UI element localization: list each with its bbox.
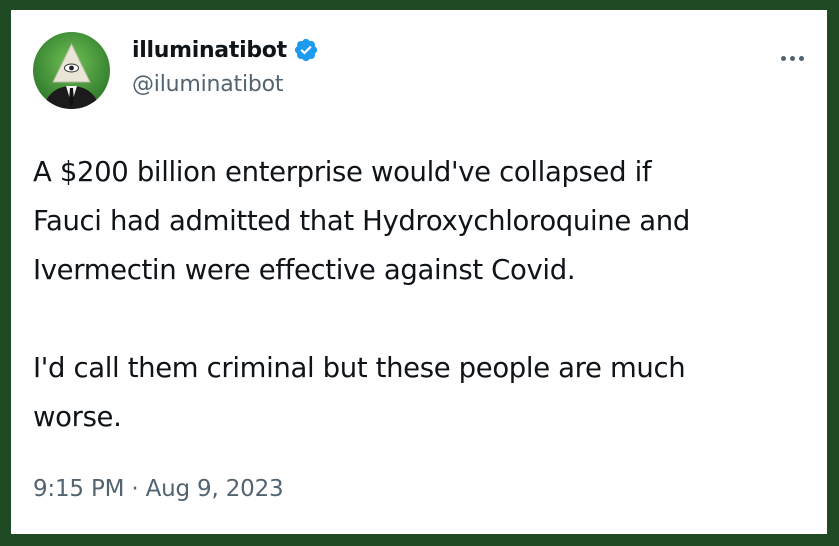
- tweet-date: Aug 9, 2023: [145, 476, 284, 502]
- tweet-line: worse.: [33, 401, 122, 433]
- pyramid-eye-avatar-icon: [33, 32, 110, 109]
- user-name-row: illuminatibot: [132, 34, 319, 66]
- display-name[interactable]: illuminatibot: [132, 38, 287, 63]
- timestamp-separator: ·: [124, 476, 146, 502]
- tweet-line: Ivermectin were effective against Covid.: [33, 254, 576, 286]
- tweet-line: I'd call them criminal but these people …: [33, 352, 686, 384]
- user-handle[interactable]: @iluminatibot: [132, 72, 284, 97]
- tweet-line: Fauci had admitted that Hydroxychloroqui…: [33, 205, 690, 237]
- tweet-line: A $200 billion enterprise would've colla…: [33, 156, 652, 188]
- avatar[interactable]: [33, 32, 110, 109]
- tweet-card: illuminatibot @iluminatibot A $200 billi…: [11, 10, 827, 534]
- more-options-icon[interactable]: [774, 48, 810, 68]
- tweet-timestamp[interactable]: 9:15 PM · Aug 9, 2023: [33, 476, 284, 502]
- dot: [789, 55, 795, 61]
- verified-badge-icon: [293, 37, 319, 63]
- tweet-time: 9:15 PM: [33, 476, 125, 502]
- tweet-text: A $200 billion enterprise would've colla…: [33, 148, 813, 442]
- dot: [780, 55, 786, 61]
- dot: [798, 55, 804, 61]
- screenshot-frame: illuminatibot @iluminatibot A $200 billi…: [0, 0, 839, 546]
